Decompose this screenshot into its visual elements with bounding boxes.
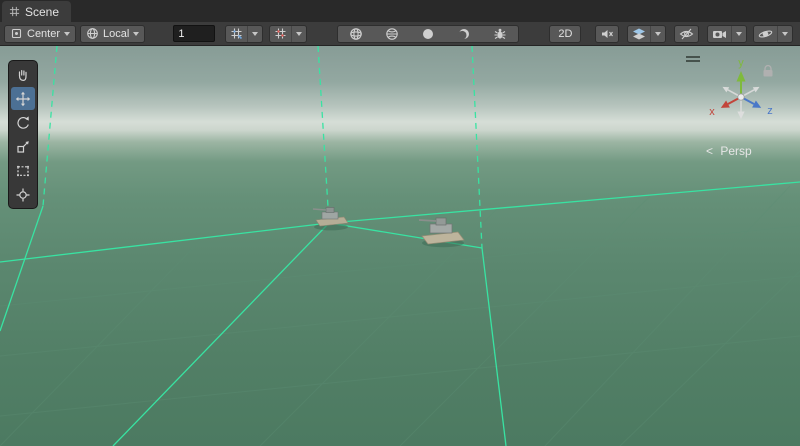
camera-icon: [712, 27, 727, 41]
eye-slash-icon: [679, 27, 694, 41]
transform-tool-button[interactable]: [11, 183, 35, 206]
chevron-down-icon: [133, 32, 139, 36]
circle-icon: [421, 27, 435, 41]
audio-icon: [600, 27, 614, 41]
chevron-down-icon: [736, 32, 742, 36]
lock-icon[interactable]: [764, 66, 773, 77]
moon-toggle-button[interactable]: [446, 26, 482, 42]
gizmos-dropdown[interactable]: [777, 26, 792, 42]
grid-icon: [9, 6, 20, 17]
vertex-snap-icon: [274, 27, 287, 40]
vertex-snap-split-button[interactable]: [269, 25, 307, 43]
globe-toggle-button[interactable]: [374, 26, 410, 42]
axis-local-icon: [86, 27, 99, 40]
scale-tool-button[interactable]: [11, 135, 35, 158]
camera-dropdown[interactable]: [731, 26, 746, 42]
layers-split-button[interactable]: [627, 25, 666, 43]
rect-icon: [15, 163, 31, 179]
rect-tool-button[interactable]: [11, 159, 35, 182]
gizmos-button[interactable]: [754, 26, 777, 42]
tool-palette: [8, 60, 38, 209]
tab-scene[interactable]: Scene: [2, 1, 71, 22]
perspective-toggle[interactable]: < Persp: [706, 144, 752, 158]
move-tool-button[interactable]: [11, 87, 35, 110]
scale-icon: [15, 139, 31, 155]
bug-toggle-button[interactable]: [482, 26, 518, 42]
orientation-dropdown[interactable]: Local: [80, 25, 145, 43]
persp-chevron: <: [706, 144, 713, 158]
audio-toggle-button[interactable]: [595, 25, 619, 43]
ground-grid: [0, 186, 800, 446]
flat-circle-button[interactable]: [410, 26, 446, 42]
grid-snap-icon: [230, 27, 243, 40]
tab-bar: Scene: [0, 0, 800, 22]
pivot-dropdown[interactable]: Center: [4, 25, 76, 43]
chevron-down-icon: [252, 32, 258, 36]
grid-snap-button[interactable]: [226, 26, 247, 42]
shaded-sphere-icon: [349, 27, 363, 41]
grid-snap-split-button[interactable]: [225, 25, 263, 43]
snap-increment-field[interactable]: [173, 25, 215, 42]
rotate-tool-button[interactable]: [11, 111, 35, 134]
gizmos-split-button[interactable]: [753, 25, 793, 43]
chevron-down-icon: [296, 32, 302, 36]
mode-2d-button[interactable]: 2D: [549, 25, 581, 43]
camera-button[interactable]: [708, 26, 731, 42]
globe-icon: [385, 27, 399, 41]
bug-icon: [493, 27, 507, 41]
scene-render: [0, 46, 800, 446]
layers-button[interactable]: [628, 26, 650, 42]
layers-dropdown[interactable]: [650, 26, 665, 42]
shading-mode-button[interactable]: [338, 26, 374, 42]
wireframe-dashed-edges: [43, 46, 482, 248]
axis-x-label: x: [709, 106, 715, 118]
hand-tool-button[interactable]: [11, 63, 35, 86]
tab-label: Scene: [25, 5, 59, 19]
view-options-group: [337, 25, 519, 43]
axis-z-label: z: [767, 105, 773, 117]
mode-2d-label: 2D: [558, 28, 572, 40]
scene-window: Scene Center Local: [0, 0, 800, 446]
scene-toolbar: Center Local: [0, 22, 800, 46]
moon-icon: [457, 27, 471, 41]
visibility-toggle-button[interactable]: [674, 25, 699, 43]
move-icon: [15, 91, 31, 107]
axis-y-label: y: [738, 57, 744, 69]
gizmo-sphere-icon: [758, 27, 773, 41]
orientation-overlay: y x z < Persp: [684, 52, 798, 166]
chevron-down-icon: [655, 32, 661, 36]
transform-icon: [15, 187, 31, 203]
chevron-down-icon: [782, 32, 788, 36]
hand-icon: [15, 67, 31, 83]
axis-gizmo: y x z: [709, 57, 773, 119]
selection-wireframe: [0, 46, 800, 446]
overlay-handle-icon[interactable]: [686, 56, 700, 62]
grid-snap-dropdown[interactable]: [247, 26, 262, 42]
chevron-down-icon: [64, 32, 70, 36]
layers-icon: [632, 27, 646, 41]
pivot-center-icon: [10, 27, 23, 40]
vertex-snap-button[interactable]: [270, 26, 291, 42]
camera-split-button[interactable]: [707, 25, 747, 43]
rotate-icon: [15, 115, 31, 131]
persp-label: Persp: [720, 144, 752, 158]
scene-object-tank-2[interactable]: [419, 218, 464, 247]
orientation-label: Local: [103, 28, 129, 40]
scene-viewport[interactable]: y x z < Persp: [0, 46, 800, 446]
pivot-label: Center: [27, 28, 60, 40]
vertex-snap-dropdown[interactable]: [291, 26, 306, 42]
axis-y-handle[interactable]: [737, 71, 746, 97]
axis-gizmo-center[interactable]: [738, 94, 744, 100]
scene-object-tank-1[interactable]: [313, 208, 348, 231]
